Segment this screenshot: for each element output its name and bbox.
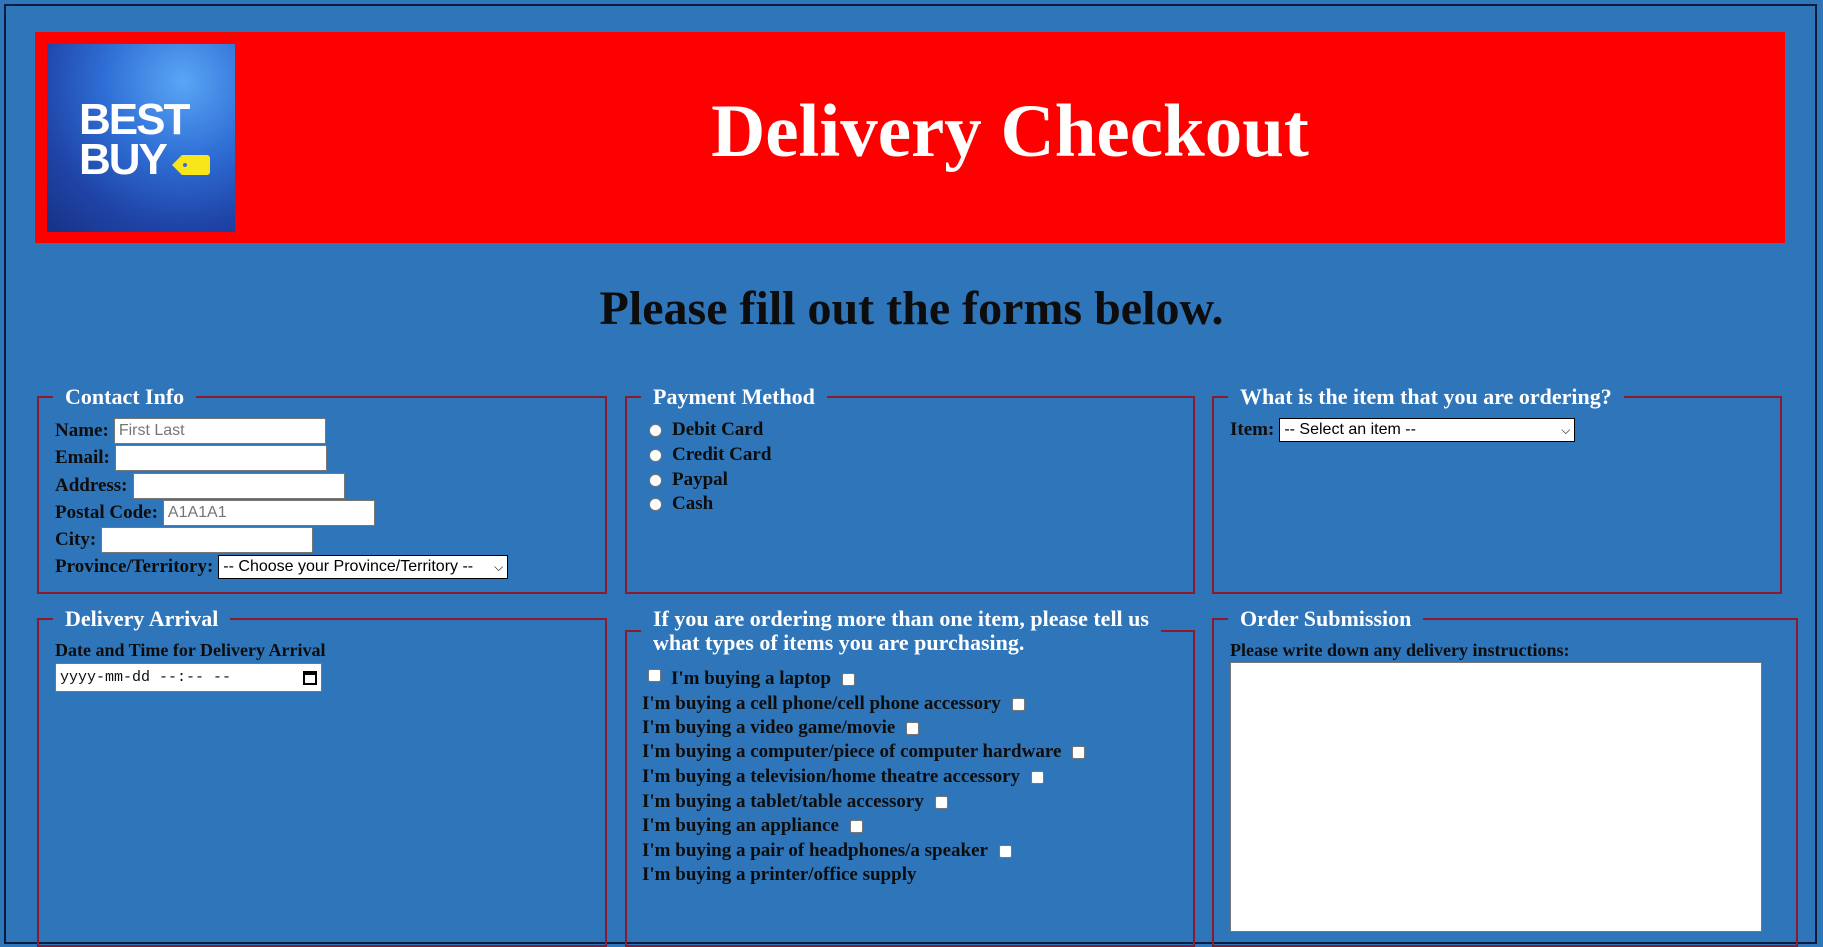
cash-radio[interactable] bbox=[649, 497, 662, 511]
checkbox-tablet[interactable] bbox=[934, 795, 948, 809]
province-select-value: -- Choose your Province/Territory -- bbox=[223, 558, 474, 575]
checkbox-television[interactable] bbox=[1031, 770, 1045, 784]
form-instructions-heading: Please fill out the forms below. bbox=[599, 282, 1224, 335]
email-label: Email: bbox=[55, 447, 110, 468]
option-computer-label: I'm buying a computer/piece of computer … bbox=[642, 741, 1062, 762]
province-select[interactable]: -- Choose your Province/Territory -- ⌵ bbox=[218, 555, 509, 579]
debit-card-radio[interactable] bbox=[649, 423, 662, 437]
calendar-icon[interactable] bbox=[303, 670, 317, 685]
province-label: Province/Territory: bbox=[55, 556, 214, 577]
option-printer-label: I'm buying a printer/office supply bbox=[642, 864, 917, 885]
delivery-instructions-label: Please write down any delivery instructi… bbox=[1230, 640, 1570, 660]
debit-card-label: Debit Card bbox=[672, 419, 764, 440]
payment-option-cash[interactable]: Cash bbox=[649, 493, 713, 515]
postal-code-label: Postal Code: bbox=[55, 502, 158, 523]
cash-label: Cash bbox=[672, 493, 714, 514]
option-appliance-label: I'm buying an appliance bbox=[642, 815, 839, 836]
payment-option-debit[interactable]: Debit Card bbox=[649, 419, 763, 441]
city-label: City: bbox=[55, 529, 97, 550]
multiple-items-legend-line2: what types of items you are purchasing. bbox=[653, 630, 1025, 656]
option-tablet-label: I'm buying a tablet/table accessory bbox=[642, 791, 924, 812]
option-laptop-label: I'm buying a laptop bbox=[671, 668, 831, 689]
paypal-label: Paypal bbox=[672, 469, 728, 490]
option-video-game-label: I'm buying a video game/movie bbox=[642, 717, 896, 738]
option-headphones-label: I'm buying a pair of headphones/a speake… bbox=[642, 840, 988, 861]
checkbox-cell-phone[interactable] bbox=[1011, 697, 1025, 711]
credit-card-label: Credit Card bbox=[672, 444, 772, 465]
item-select[interactable]: -- Select an item -- ⌵ bbox=[1279, 418, 1576, 442]
delivery-arrival-legend: Delivery Arrival bbox=[65, 606, 219, 631]
option-television-label: I'm buying a television/home theatre acc… bbox=[642, 766, 1021, 787]
payment-option-credit[interactable]: Credit Card bbox=[649, 444, 771, 466]
item-select-value: -- Select an item -- bbox=[1284, 421, 1416, 438]
checkbox-laptop[interactable] bbox=[841, 672, 855, 686]
option-cell-phone-label: I'm buying a cell phone/cell phone acces… bbox=[642, 693, 1001, 714]
chevron-down-icon: ⌵ bbox=[1561, 422, 1571, 437]
chevron-down-icon: ⌵ bbox=[494, 559, 504, 574]
city-input[interactable] bbox=[101, 527, 314, 553]
payment-method-legend: Payment Method bbox=[653, 384, 815, 409]
best-buy-logo: BEST BUY bbox=[47, 44, 235, 232]
checkbox-video-game[interactable] bbox=[906, 721, 920, 735]
checkbox-headphones[interactable] bbox=[998, 844, 1012, 858]
name-label: Name: bbox=[55, 420, 109, 441]
multiple-items-legend: If you are ordering more than one item, … bbox=[641, 606, 1161, 656]
page-title: Delivery Checkout bbox=[711, 90, 1309, 173]
address-input[interactable] bbox=[132, 473, 345, 499]
paypal-radio[interactable] bbox=[649, 473, 662, 487]
delivery-datetime-placeholder: yyyy-mm-dd --:-- -- bbox=[60, 669, 232, 686]
price-tag-icon bbox=[172, 155, 210, 175]
item-fieldset: What is the item that you are ordering? bbox=[1212, 384, 1782, 594]
multiple-items-legend-line1: If you are ordering more than one item, … bbox=[653, 606, 1149, 631]
delivery-instructions-textarea[interactable] bbox=[1230, 662, 1762, 932]
address-label: Address: bbox=[55, 475, 128, 496]
credit-card-radio[interactable] bbox=[649, 448, 662, 462]
header-banner: BEST BUY Delivery Checkout bbox=[35, 32, 1785, 243]
email-input[interactable] bbox=[114, 445, 327, 471]
name-input[interactable] bbox=[113, 418, 326, 444]
item-legend: What is the item that you are ordering? bbox=[1240, 384, 1612, 409]
delivery-datetime-input[interactable]: yyyy-mm-dd --:-- -- bbox=[55, 663, 322, 692]
checkbox-computer[interactable] bbox=[1072, 745, 1086, 759]
payment-option-paypal[interactable]: Paypal bbox=[649, 469, 728, 491]
contact-info-legend: Contact Info bbox=[65, 384, 185, 409]
postal-code-input[interactable] bbox=[162, 500, 375, 526]
checkbox-appliance[interactable] bbox=[849, 819, 863, 833]
delivery-datetime-label: Date and Time for Delivery Arrival bbox=[55, 640, 326, 660]
order-submission-legend: Order Submission bbox=[1240, 606, 1412, 631]
item-label: Item: bbox=[1230, 419, 1275, 440]
